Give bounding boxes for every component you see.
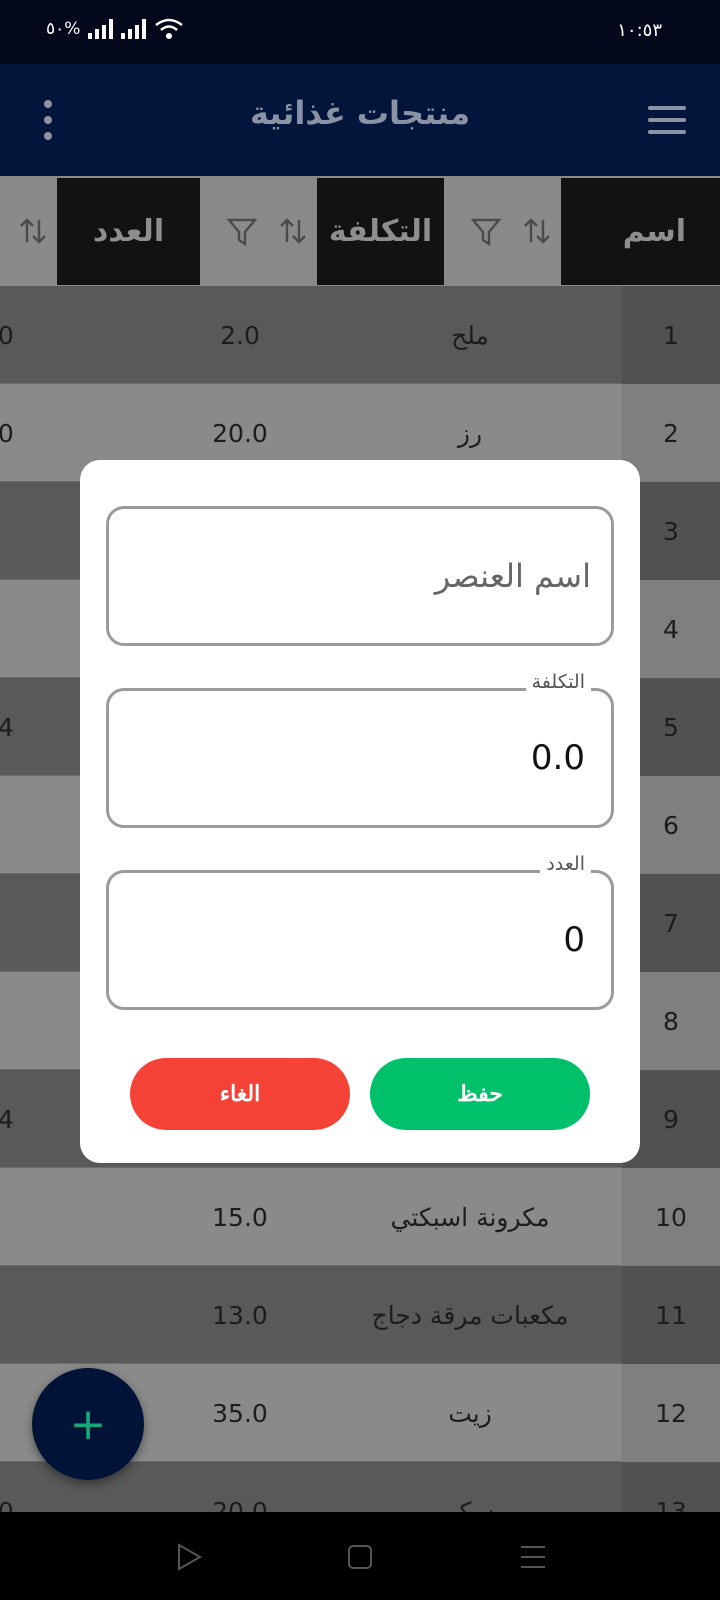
cost-field-label: التكلفة	[525, 671, 591, 693]
menu-lines-icon[interactable]	[518, 1542, 548, 1572]
battery-level: ٥٠%	[46, 19, 81, 39]
column-header-cost[interactable]: التكلفة	[317, 178, 444, 285]
table-row[interactable]: 00 2.0 ملح 1	[0, 286, 720, 384]
cell-name: مكرونة اسبكتي	[390, 1202, 550, 1232]
cell-id: 2	[622, 384, 720, 482]
cell-name: زيت	[448, 1398, 492, 1428]
column-header-name[interactable]: اسم	[561, 178, 720, 285]
sort-icon[interactable]	[18, 216, 48, 246]
filter-icon[interactable]	[470, 216, 502, 248]
cell-id: 12	[622, 1364, 720, 1462]
cell-count: 00	[0, 418, 14, 448]
clock: ١٠:٥٣	[617, 20, 662, 41]
home-square-icon[interactable]	[345, 1542, 375, 1572]
item-name-field[interactable]: اسم العنصر	[106, 506, 614, 646]
cell-cost: 15.0	[212, 1202, 268, 1232]
signal-icon	[88, 19, 114, 39]
count-field-label: العدد	[540, 853, 591, 875]
cell-count: 54	[0, 712, 14, 742]
cell-name: سكر	[445, 1496, 495, 1513]
cell-count: 00	[0, 1496, 14, 1513]
cell-cost: 13.0	[212, 1300, 268, 1330]
status-icons: ٥٠%	[46, 18, 184, 40]
cell-name: مكعبات مرقة دجاج	[371, 1300, 569, 1330]
cell-id: 1	[622, 286, 720, 384]
cell-id: 13	[622, 1462, 720, 1512]
wifi-icon	[155, 18, 184, 39]
cell-count: 34	[0, 1104, 14, 1134]
add-item-dialog: اسم العنصر التكلفة 0.0 العدد 0 الغاء حفظ	[80, 460, 640, 1163]
cost-field[interactable]: التكلفة 0.0	[106, 671, 614, 828]
cell-cost: 2.0	[220, 320, 260, 350]
cancel-button[interactable]: الغاء	[130, 1058, 350, 1130]
table-row[interactable]: 013.0مكعبات مرقة دجاج11	[0, 1266, 720, 1364]
plus-icon: +	[69, 1398, 107, 1450]
cell-count: 00	[0, 320, 14, 350]
cell-id: 11	[622, 1266, 720, 1364]
table-header: العدد التكلفة اسم	[0, 176, 720, 286]
cell-cost: 20.0	[212, 1496, 268, 1513]
menu-icon[interactable]	[648, 106, 686, 134]
signal-icon-2	[121, 19, 147, 39]
column-header-count[interactable]: العدد	[57, 178, 200, 285]
cost-field-value: 0.0	[530, 738, 585, 778]
count-field[interactable]: العدد 0	[106, 853, 614, 1010]
status-bar: ٥٠% ١٠:٥٣	[0, 0, 720, 64]
sort-icon[interactable]	[522, 216, 552, 246]
save-button[interactable]: حفظ	[370, 1058, 590, 1130]
table-row[interactable]: 015.0مكرونة اسبكتي10	[0, 1168, 720, 1266]
count-field-value: 0	[563, 920, 585, 960]
page-title: منتجات غذائية	[249, 94, 471, 132]
back-triangle-icon[interactable]	[174, 1542, 204, 1572]
sort-icon[interactable]	[278, 216, 308, 246]
filter-icon[interactable]	[226, 216, 258, 248]
item-name-placeholder: اسم العنصر	[434, 557, 591, 595]
system-nav-bar	[0, 1512, 720, 1600]
cell-id: 10	[622, 1168, 720, 1266]
cell-name: ملح	[451, 320, 489, 350]
cell-cost: 35.0	[212, 1398, 268, 1428]
app-bar: منتجات غذائية	[0, 64, 720, 176]
add-item-button[interactable]: +	[32, 1368, 144, 1480]
